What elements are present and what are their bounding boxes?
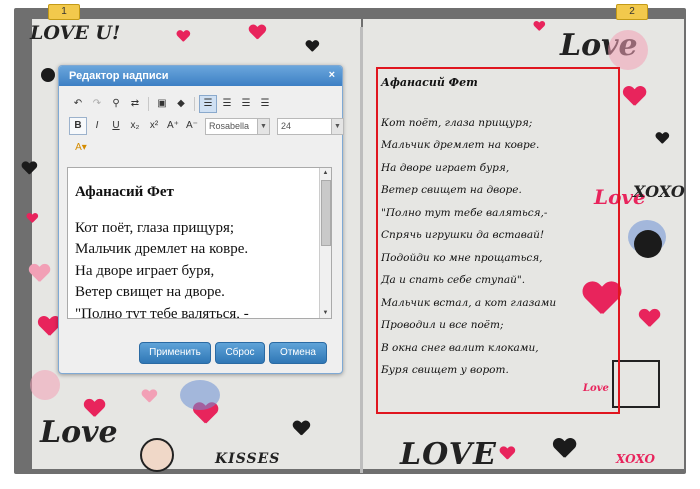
poem-line: "Полно тут тебе валяться,- [381, 206, 548, 219]
editor-line: На дворе играет буря, [75, 262, 215, 279]
heart-icon [623, 86, 645, 105]
couple-illustration [140, 438, 174, 472]
redo-icon[interactable]: ↷ [88, 95, 106, 113]
poem-line: На дворе играет буря, [381, 161, 510, 174]
scroll-up-icon[interactable]: ▲ [320, 168, 331, 178]
paint-splash [180, 380, 220, 410]
editor-line: Афанасий Фет [75, 184, 174, 200]
editor-scrollbar[interactable]: ▲ ▼ [319, 168, 331, 318]
font-size-value: 24 [281, 120, 292, 131]
select-all-icon[interactable]: ▣ [153, 95, 171, 113]
xoxo-doodle: XOXO [616, 452, 655, 466]
undo-icon[interactable]: ↶ [69, 95, 87, 113]
heart-icon [306, 40, 319, 51]
dialog-title-bar[interactable]: Редактор надписи [59, 66, 342, 86]
poem-line: Кот поёт, глаза прищуря; [381, 116, 533, 129]
heart-icon [639, 309, 659, 327]
scrollbar-thumb[interactable] [321, 180, 331, 246]
poem-line: В окна снег валит клоками, [381, 341, 539, 354]
heart-icon [534, 21, 545, 31]
align-center-icon[interactable]: ☰ [218, 95, 236, 113]
kisses-doodle: KISSES [215, 451, 281, 467]
superscript-icon[interactable]: x² [145, 117, 163, 135]
toolbar-row-3: A▾ [69, 139, 93, 157]
align-right-icon[interactable]: ☰ [237, 95, 255, 113]
page-number-tab-2[interactable]: 2 [616, 4, 648, 20]
poem-line: Мальчик дремлет на ковре. [381, 139, 540, 151]
poem-line: Подойди ко мне прощаться, [381, 251, 543, 264]
book-spine [360, 27, 363, 473]
chevron-down-icon[interactable]: ▼ [257, 118, 269, 134]
close-icon[interactable]: × [329, 69, 335, 81]
font-size-select[interactable]: 24 ▼ [277, 117, 344, 135]
poem-line: Спрячь игрушки да вставай! [381, 229, 545, 241]
love-u-doodle: LOVE U! [30, 22, 121, 44]
page-number: 1 [61, 6, 67, 17]
decrease-font-icon[interactable]: A⁻ [183, 117, 201, 135]
heart-icon [500, 447, 514, 460]
heart-icon [29, 264, 49, 282]
toolbar-row-1: ↶ ↷ ⚲ ⇄ ▣ ◆ ☰ ☰ ☰ ☰ [69, 95, 274, 113]
xoxo-doodle: XOXO [633, 182, 685, 201]
dialog-title: Редактор надписи [69, 70, 169, 82]
poem-line: Проводил и все поёт; [381, 319, 504, 331]
align-left-icon[interactable]: ☰ [199, 95, 217, 113]
clock-icon [41, 68, 55, 82]
page-number-tab-1[interactable]: 1 [48, 4, 80, 20]
editor-line: Кот поёт, глаза прищуря; [75, 219, 235, 236]
poem-line: Да и спать себе ступай". [381, 274, 526, 286]
love-doodle: LOVE [400, 437, 497, 472]
font-family-value: Rosabella [209, 120, 250, 131]
find-icon[interactable]: ⚲ [107, 95, 125, 113]
poem-line: Буря свищет у ворот. [381, 364, 509, 376]
text-editor-dialog: Редактор надписи × ↶ ↷ ⚲ ⇄ ▣ ◆ ☰ ☰ ☰ ☰ B… [58, 65, 344, 374]
font-family-select[interactable]: Rosabella ▼ [205, 117, 270, 135]
heart-badge-icon [634, 230, 662, 258]
reset-button[interactable]: Сброс [215, 342, 265, 364]
text-editor-area[interactable]: Афанасий Фет Кот поёт, глаза прищуря; Ма… [67, 167, 332, 319]
heart-icon [249, 25, 265, 39]
heart-icon [142, 390, 156, 403]
replace-icon[interactable]: ⇄ [126, 95, 144, 113]
scroll-down-icon[interactable]: ▼ [320, 308, 331, 318]
toolbar-separator [148, 97, 149, 111]
editor-line: Ветер свищет на дворе. [75, 284, 225, 300]
toolbar-row-2: B I U x₂ x² A⁺ A⁻ Rosabella ▼ 24 ▼ [69, 117, 344, 135]
poem-line: Мальчик встал, а кот глазами [381, 296, 557, 309]
love-doodle: Love [40, 415, 118, 450]
heart-icon [293, 421, 309, 435]
paint-splash [30, 370, 60, 400]
poem-line: Ветер свищет на дворе. [381, 184, 522, 196]
underline-icon[interactable]: U [107, 117, 125, 135]
cancel-button[interactable]: Отмена [269, 342, 327, 364]
heart-icon [22, 162, 36, 175]
toolbar-separator [194, 97, 195, 111]
editor-line: Мальчик дремлет на ковре. [75, 241, 249, 257]
heart-icon [656, 132, 669, 143]
apply-button[interactable]: Применить [139, 342, 211, 364]
heart-icon [177, 30, 190, 41]
text-color-icon[interactable]: A▾ [69, 139, 93, 157]
heart-icon [27, 213, 38, 223]
page-number: 2 [629, 6, 635, 17]
heart-icon [553, 438, 575, 457]
editor-line: "Полно тут тебе валяться, - [75, 305, 249, 319]
subscript-icon[interactable]: x₂ [126, 117, 144, 135]
poem-title: Афанасий Фет [381, 76, 478, 89]
increase-font-icon[interactable]: A⁺ [164, 117, 182, 135]
chevron-down-icon[interactable]: ▼ [331, 118, 343, 134]
italic-icon[interactable]: I [88, 117, 106, 135]
heart-icon [38, 316, 60, 335]
bold-icon[interactable]: B [69, 117, 87, 135]
align-justify-icon[interactable]: ☰ [256, 95, 274, 113]
paint-splash [608, 30, 648, 70]
eraser-icon[interactable]: ◆ [172, 95, 190, 113]
editor-content[interactable]: Афанасий Фет Кот поёт, глаза прищуря; Ма… [75, 182, 249, 319]
poem-text[interactable]: Афанасий Фет Кот поёт, глаза прищуря; Ма… [381, 72, 556, 382]
